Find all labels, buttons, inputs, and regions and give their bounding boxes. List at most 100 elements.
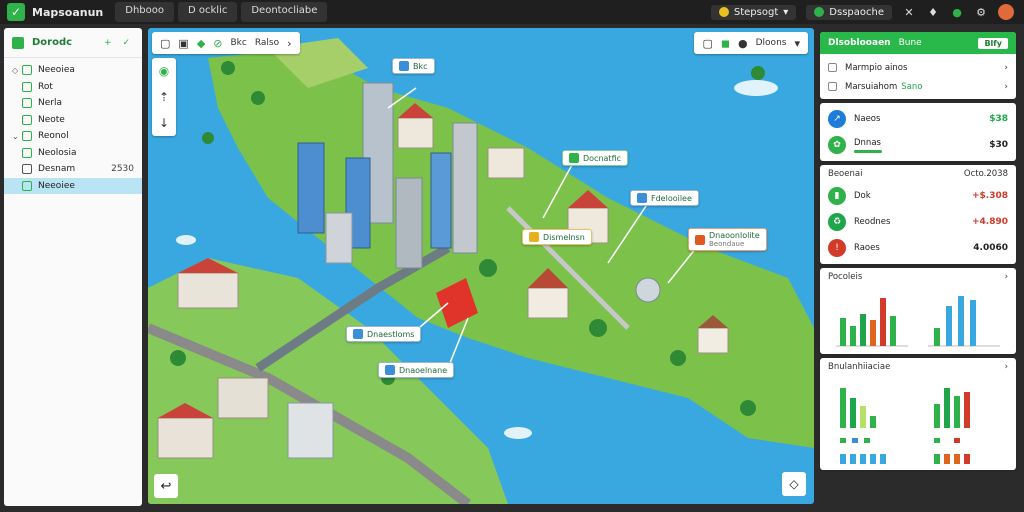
locate-icon[interactable]: ◉ — [159, 58, 169, 84]
status-pill[interactable]: Stepsogt ▾ — [710, 4, 797, 20]
chevron-right-icon[interactable]: › — [1005, 362, 1008, 372]
bar — [870, 454, 876, 464]
stats-title: Beoenai — [828, 169, 863, 179]
bar — [870, 320, 876, 346]
stat-row[interactable]: ▮ Dok +$.308 — [820, 183, 1016, 209]
cloud — [176, 235, 196, 245]
sidebar-item-label: Neeoiee — [38, 180, 75, 191]
stat-row[interactable]: ♻ Reodnes +4.890 — [820, 209, 1016, 235]
compass-icon[interactable]: ⇡ — [159, 84, 169, 110]
building — [430, 152, 452, 249]
bar — [954, 454, 960, 464]
callout-title: Dnaestloms — [367, 329, 415, 339]
stat-row[interactable]: ! Raoes 4.0060 — [820, 235, 1016, 261]
tree — [170, 350, 186, 366]
tab-2[interactable]: D ocklic — [178, 2, 238, 22]
checkbox-icon — [22, 65, 32, 76]
settings-icon[interactable]: ⚙ — [974, 5, 988, 19]
panel-card-stats: Beoenai Octo.2038 ▮ Dok +$.308 ♻ Reodnes… — [820, 165, 1016, 264]
sidebar-item-5[interactable]: Neolosia — [4, 145, 142, 162]
toolbar-right-label[interactable]: Dloons — [756, 38, 787, 48]
sidebar-item-6[interactable]: Desnam 2530 — [4, 161, 142, 178]
metric-row[interactable]: ✿ Dnnas $30 — [820, 132, 1016, 158]
map-canvas — [148, 38, 814, 504]
bar — [870, 416, 876, 428]
avatar[interactable] — [998, 4, 1014, 20]
map-callout-2[interactable]: Fdelooilee — [630, 190, 699, 206]
sidebar-item-3[interactable]: Neote — [4, 112, 142, 129]
map-callout-7[interactable]: Bkc — [392, 58, 435, 74]
map-callout-1[interactable]: Docnatfic — [562, 150, 628, 166]
mini-charts — [820, 376, 1016, 470]
callout-title: Fdelooilee — [651, 193, 692, 203]
link-icon[interactable]: ⊘ — [213, 37, 222, 50]
list-item[interactable]: Marsuiahom Sano › — [820, 77, 1016, 96]
dropdown-select[interactable]: Dsspaoche — [806, 4, 892, 20]
metric-label-stack: Dnnas — [854, 138, 882, 153]
toolbar-dropdown[interactable]: Ralso — [255, 38, 279, 48]
list-item-label: Marsuiahom — [845, 81, 898, 92]
map-callout-4[interactable]: Dnaoonlolite Beondaue — [688, 228, 767, 251]
stat-label: Reodnes — [854, 217, 891, 227]
back-button[interactable]: ↩ — [154, 474, 178, 498]
world-icon[interactable]: ● — [950, 5, 964, 19]
stat-label: Raoes — [854, 243, 880, 253]
app-title: Mapsoanun — [32, 5, 104, 19]
panel-header-button[interactable]: Blfy — [978, 37, 1008, 49]
binoculars-icon[interactable]: ● — [738, 37, 748, 50]
map-callout-3[interactable]: Dismelnsn — [522, 229, 592, 245]
map-layers-icon[interactable]: ◼ — [721, 37, 730, 50]
bar — [850, 398, 856, 428]
chart-section-title: Bnulanhiiaciae — [828, 362, 891, 372]
bar — [840, 318, 846, 346]
list-item-label: Marmpio ainos — [845, 62, 908, 73]
sidebar-item-4[interactable]: ⌄ Reonol — [4, 128, 142, 145]
pointer-icon[interactable]: ↓ — [159, 110, 169, 136]
photo-icon[interactable]: ▣ — [178, 37, 188, 50]
callout-title: Dnaoonlolite — [709, 231, 760, 240]
list-item-accent: Sano — [901, 81, 923, 92]
tools-icon[interactable]: ✕ — [902, 5, 916, 19]
app-logo-icon: ✓ — [7, 3, 25, 21]
callout-text: Dnaoonlolite Beondaue — [709, 231, 760, 248]
sidebar-item-2[interactable]: Nerla — [4, 95, 142, 112]
stat-value: +4.890 — [971, 217, 1008, 227]
map-callout-5[interactable]: Dnaestloms — [346, 326, 422, 342]
map-view[interactable]: ▢ ▣ ◆ ⊘ Bkc Ralso › ▢ ◼ ● Dloons ▾ ◉ ⇡ ↓… — [148, 28, 814, 504]
list-item[interactable]: Marmpio ainos › — [820, 58, 1016, 77]
chart-section-title: Pocoleis — [828, 272, 863, 282]
chevron-right-icon: › — [1004, 81, 1008, 92]
recenter-button[interactable]: ◇ — [782, 472, 806, 496]
chevron-right-icon[interactable]: › — [1005, 272, 1008, 282]
panel-card-summary: Dlsoblooaen Bune Blfy Marmpio ainos › Ma… — [820, 32, 1016, 99]
frame-icon[interactable]: ▢ — [160, 37, 170, 50]
layers-icon[interactable]: ◆ — [197, 37, 205, 50]
sidebar-item-0[interactable]: ◇ Neeoiea — [4, 62, 142, 79]
checkbox-icon — [22, 81, 32, 92]
sidebar-controls-icon[interactable]: + ✓ — [104, 38, 134, 48]
tree — [740, 400, 756, 416]
bar — [840, 388, 846, 428]
sidebar-item-1[interactable]: Rot — [4, 79, 142, 96]
callout-title: Dnaoelnane — [399, 365, 448, 375]
bar — [946, 306, 952, 346]
sidebar-item-label: Reonol — [38, 131, 69, 142]
metric-row[interactable]: ↗ Naeos $38 — [820, 106, 1016, 132]
marker-icon — [569, 153, 579, 163]
map-callout-6[interactable]: Dnaoelnane — [378, 362, 455, 378]
sidebar-item-7[interactable]: Neeoiee — [4, 177, 142, 194]
checkbox-icon — [22, 164, 32, 175]
tab-1[interactable]: Dhbooo — [115, 2, 175, 22]
tree — [751, 66, 765, 80]
tree — [589, 319, 607, 337]
building — [527, 287, 569, 319]
panel-card-charts-2: Bnulanhiiaciae › — [820, 358, 1016, 470]
bar — [934, 404, 940, 428]
bar — [954, 396, 960, 428]
top-tabs: Dhbooo D ocklic Deontocliabe — [115, 2, 331, 22]
bell-icon[interactable]: ♦ — [926, 5, 940, 19]
chevron-right-icon: › — [1004, 62, 1008, 73]
frame-icon[interactable]: ▢ — [702, 37, 712, 50]
tab-3[interactable]: Deontocliabe — [241, 2, 328, 22]
target-icon: ◇ — [789, 477, 799, 491]
